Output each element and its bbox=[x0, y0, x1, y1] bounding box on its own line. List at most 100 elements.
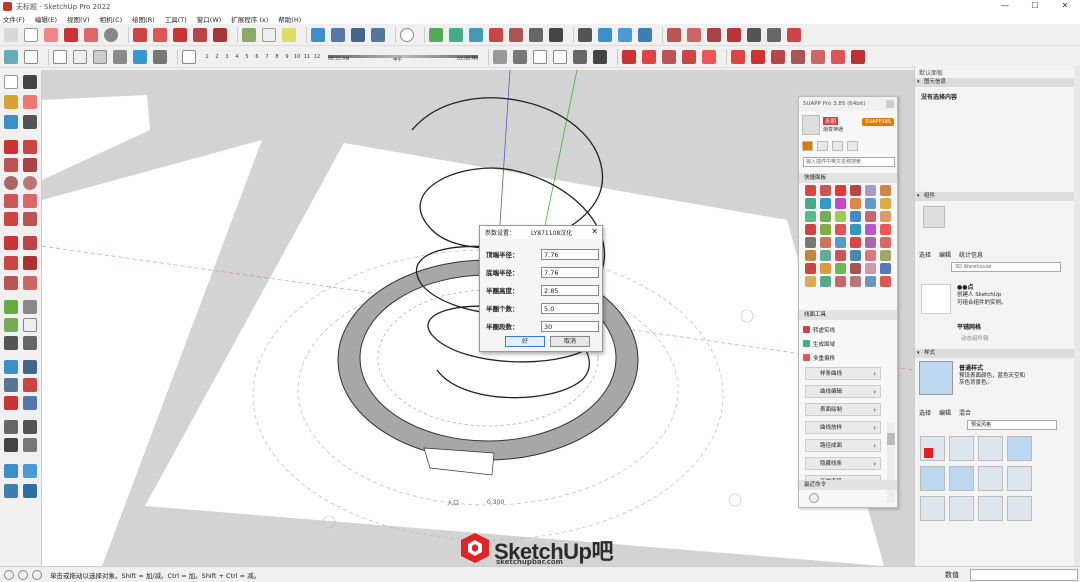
model-viewport[interactable]: 入口 0.300 bbox=[42, 70, 914, 566]
eye-icon[interactable] bbox=[23, 420, 37, 434]
maximize-button[interactable]: ☐ bbox=[1020, 0, 1050, 13]
tab-select[interactable]: 选择 bbox=[919, 408, 931, 417]
tool-icon[interactable] bbox=[880, 198, 891, 209]
style-thumbnail[interactable] bbox=[978, 496, 1003, 521]
monochrome-icon[interactable] bbox=[153, 49, 167, 64]
select-tool-icon[interactable] bbox=[24, 27, 38, 42]
tool-icon[interactable] bbox=[835, 185, 846, 196]
dimension-icon[interactable] bbox=[23, 300, 37, 314]
tool-icon[interactable] bbox=[880, 224, 891, 235]
tool-icon[interactable] bbox=[805, 250, 816, 261]
intersect-icon[interactable] bbox=[767, 27, 781, 42]
plugin-search-input[interactable]: 输入插件中英文名称搜索 bbox=[803, 157, 895, 167]
rotate-icon[interactable] bbox=[173, 27, 187, 42]
offset-icon[interactable] bbox=[23, 276, 37, 290]
sandbox-from-contours-icon[interactable] bbox=[4, 464, 18, 478]
line-tools-header[interactable]: 线面工具 bbox=[799, 310, 897, 320]
tool-icon[interactable] bbox=[850, 263, 861, 274]
menu-camera[interactable]: 相机(C) bbox=[100, 14, 123, 24]
tool-icon[interactable] bbox=[880, 276, 891, 287]
walk-icon[interactable] bbox=[4, 438, 18, 452]
tab-select[interactable]: 选择 bbox=[919, 250, 931, 259]
sandbox-icon[interactable] bbox=[598, 27, 612, 42]
smoove-icon[interactable] bbox=[618, 27, 632, 42]
tool-icon[interactable] bbox=[820, 250, 831, 261]
tool-icon[interactable] bbox=[835, 250, 846, 261]
plugin-icon[interactable] bbox=[642, 49, 656, 64]
tool-convert-dashed[interactable]: 转虚实线 bbox=[803, 324, 835, 335]
tool-icon[interactable] bbox=[850, 198, 861, 209]
style-thumbnail[interactable] bbox=[920, 466, 945, 491]
layout-icon[interactable] bbox=[573, 49, 587, 64]
tool-icon[interactable] bbox=[820, 263, 831, 274]
recent-tool-icon[interactable] bbox=[809, 493, 819, 503]
make-component-icon[interactable] bbox=[23, 75, 37, 89]
suapp-scrollbar[interactable] bbox=[887, 423, 895, 503]
warehouse-icon[interactable] bbox=[493, 49, 507, 64]
tool-icon[interactable] bbox=[820, 224, 831, 235]
menu-edit[interactable]: 编辑(E) bbox=[35, 14, 57, 24]
plugin-icon[interactable] bbox=[811, 49, 825, 64]
component-thumbnail[interactable] bbox=[921, 284, 951, 314]
sandbox-from-scratch-icon[interactable] bbox=[23, 464, 37, 478]
tape-measure-icon[interactable] bbox=[4, 300, 18, 314]
tool-icon[interactable] bbox=[835, 211, 846, 222]
quick-panel-header[interactable]: 快捷面板 bbox=[799, 173, 897, 183]
scroll-thumb[interactable] bbox=[887, 433, 895, 445]
position-camera-icon[interactable] bbox=[449, 27, 463, 42]
tool-icon[interactable] bbox=[850, 211, 861, 222]
extension-manager-icon[interactable] bbox=[593, 49, 607, 64]
smoove-icon[interactable] bbox=[4, 484, 18, 498]
style-thumbnail[interactable] bbox=[978, 466, 1003, 491]
plugin-icon[interactable] bbox=[791, 49, 805, 64]
text-icon[interactable] bbox=[23, 318, 37, 332]
category-surface-draw[interactable]: 表面绘制 bbox=[805, 403, 881, 416]
tool-icon[interactable] bbox=[835, 198, 846, 209]
menu-tools[interactable]: 工具(T) bbox=[165, 14, 187, 24]
shadows-icon[interactable] bbox=[182, 49, 196, 64]
avatar[interactable] bbox=[802, 115, 820, 135]
section-plane-icon[interactable] bbox=[23, 438, 37, 452]
grid-component-name[interactable]: 平铺网格 bbox=[957, 322, 981, 331]
plugin-icon[interactable] bbox=[662, 49, 676, 64]
tool-icon[interactable] bbox=[835, 276, 846, 287]
previous-view-icon[interactable] bbox=[23, 396, 37, 410]
plugin-icon[interactable] bbox=[751, 49, 765, 64]
polygon-icon[interactable] bbox=[23, 176, 37, 190]
scale-icon[interactable] bbox=[4, 276, 18, 290]
rotate-icon[interactable] bbox=[4, 256, 18, 270]
tool-icon[interactable] bbox=[880, 263, 891, 274]
tool-icon[interactable] bbox=[835, 263, 846, 274]
tool-icon[interactable] bbox=[850, 276, 861, 287]
style-thumbnail[interactable] bbox=[920, 436, 945, 461]
tool-icon[interactable] bbox=[820, 211, 831, 222]
menu-view[interactable]: 视图(V) bbox=[67, 14, 90, 24]
bucket-icon[interactable] bbox=[832, 141, 843, 151]
eye-icon[interactable] bbox=[549, 27, 563, 42]
tab-statistics[interactable]: 统计信息 bbox=[959, 250, 983, 259]
share-model-icon[interactable] bbox=[513, 49, 527, 64]
search-icon[interactable] bbox=[4, 27, 18, 42]
tool-icon[interactable] bbox=[805, 224, 816, 235]
orbit-icon[interactable] bbox=[4, 360, 18, 374]
pencil-icon[interactable] bbox=[64, 27, 78, 42]
suapp-icon[interactable] bbox=[622, 49, 636, 64]
tool-icon[interactable] bbox=[865, 250, 876, 261]
tool-icon[interactable] bbox=[820, 185, 831, 196]
tool-icon[interactable] bbox=[865, 224, 876, 235]
footprints-icon[interactable] bbox=[4, 420, 18, 434]
category-path-surface[interactable]: 路径成面 bbox=[805, 439, 881, 452]
line-tool-icon[interactable] bbox=[4, 140, 18, 154]
pie-icon[interactable] bbox=[23, 212, 37, 226]
tool-icon[interactable] bbox=[805, 276, 816, 287]
orbit-icon[interactable] bbox=[311, 27, 325, 42]
tool-icon[interactable] bbox=[805, 211, 816, 222]
tape-measure-icon[interactable] bbox=[242, 27, 256, 42]
solid-tool-icon[interactable] bbox=[787, 27, 801, 42]
half-turn-segments-input[interactable]: 30 bbox=[541, 320, 599, 332]
style-thumbnail[interactable] bbox=[949, 496, 974, 521]
walk-icon[interactable] bbox=[429, 27, 443, 42]
solid-subtract-icon[interactable] bbox=[687, 27, 701, 42]
recent-commands-header[interactable]: 最近命令 bbox=[799, 480, 897, 490]
style-thumbnail[interactable] bbox=[949, 466, 974, 491]
